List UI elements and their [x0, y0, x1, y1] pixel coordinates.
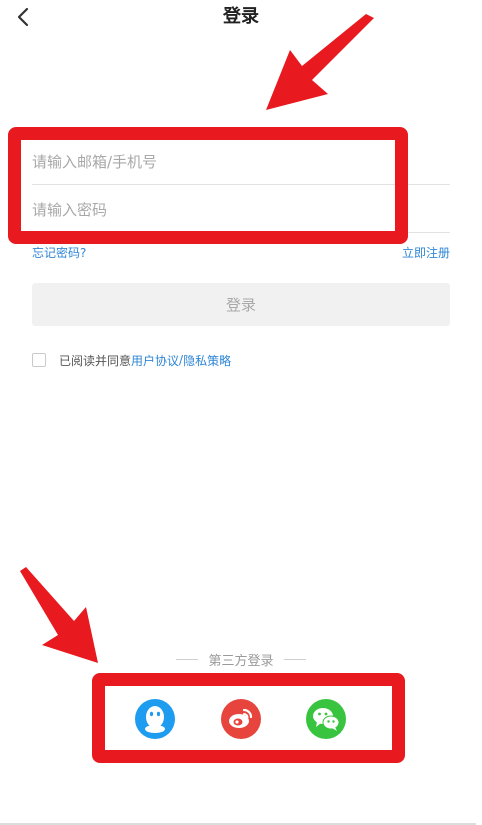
agreement-checkbox[interactable]: [32, 353, 46, 367]
weibo-login-button[interactable]: [221, 699, 261, 739]
weibo-icon: [229, 708, 253, 728]
third-party-title: 第三方登录: [0, 650, 482, 669]
agreement-row: 已阅读并同意 用户协议 / 隐私策略: [32, 352, 231, 368]
page-title: 登录: [223, 6, 259, 27]
qq-login-button[interactable]: [135, 699, 175, 739]
login-button[interactable]: 登录: [32, 283, 450, 326]
user-agreement-link[interactable]: 用户协议: [131, 352, 179, 369]
wechat-icon: [313, 708, 340, 731]
email-phone-input[interactable]: [32, 139, 450, 185]
register-link[interactable]: 立即注册: [402, 244, 450, 261]
third-party-label: 第三方登录: [208, 654, 274, 669]
wechat-login-button[interactable]: [306, 699, 346, 739]
nav-bar: 登录: [0, 0, 482, 34]
agreement-prefix: 已阅读并同意: [59, 353, 132, 368]
password-input[interactable]: [32, 187, 450, 233]
divider-left: [176, 659, 199, 660]
divider-right: [283, 659, 306, 660]
forgot-password-link[interactable]: 忘记密码?: [32, 244, 86, 261]
privacy-policy-link[interactable]: 隐私策略: [183, 352, 231, 369]
qq-icon: [145, 706, 165, 733]
